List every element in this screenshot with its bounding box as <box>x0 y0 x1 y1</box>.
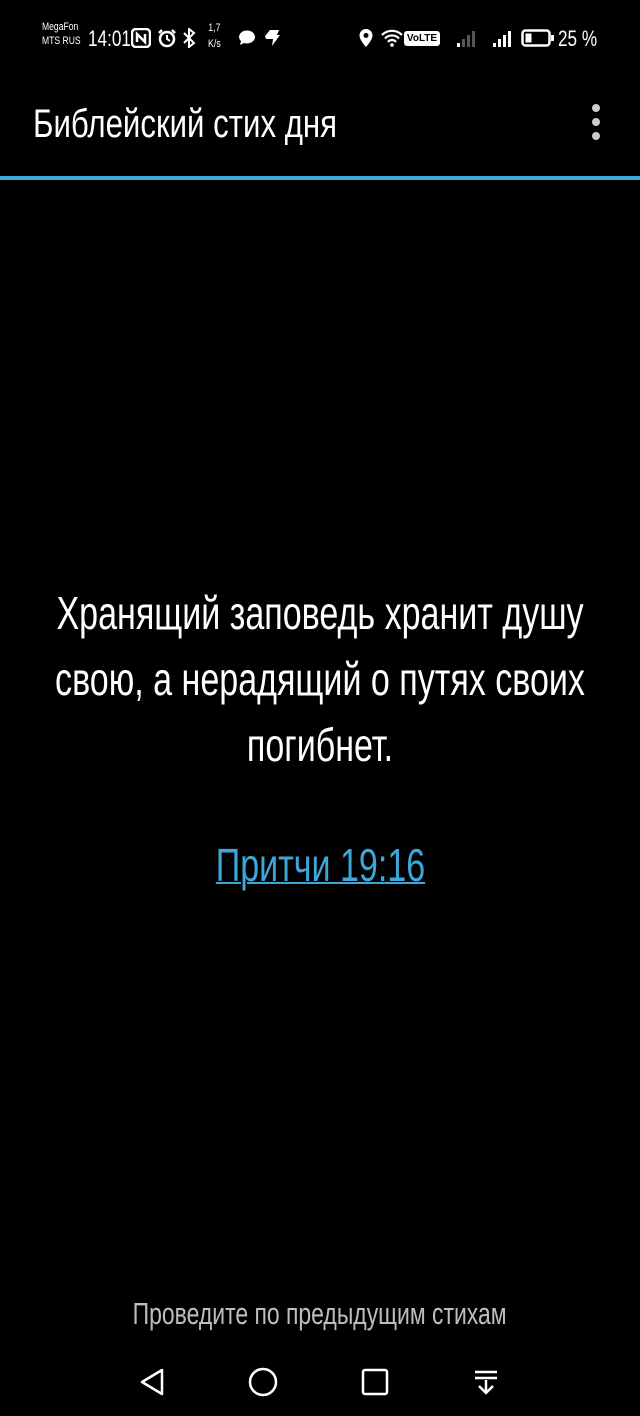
notification-shade-icon[interactable] <box>466 1362 506 1402</box>
volte-icon: VoLTE <box>403 27 441 49</box>
carrier-1: MegaFon <box>42 21 79 33</box>
system-nav-bar <box>0 1350 640 1416</box>
verse-text: Хранящий заповедь хранит душу свою, а не… <box>55 587 585 771</box>
wifi-icon <box>380 27 404 49</box>
app-bar-divider <box>0 176 640 180</box>
recents-icon[interactable] <box>355 1362 395 1402</box>
swipe-hint-text: Проведите по предыдущим стихам <box>133 1296 507 1331</box>
verse-reference-link[interactable]: Притчи 19:16 <box>215 838 424 892</box>
verse-container: Хранящий заповедь хранит душу свою, а не… <box>30 580 610 778</box>
home-icon[interactable] <box>243 1362 283 1402</box>
carrier-2: MTS RUS <box>42 35 81 47</box>
location-icon <box>356 27 376 49</box>
signal-weak-icon <box>454 27 480 49</box>
net-speed-unit: K/s <box>208 38 221 50</box>
status-bar: MegaFon MTS RUS 14:01 1,7 K/s VoLTE 25 % <box>0 0 640 76</box>
verse-reference-container: Притчи 19:16 <box>0 838 640 892</box>
signal-strong-icon <box>490 27 516 49</box>
nfc-icon <box>130 27 152 49</box>
app-notification-icon <box>261 27 283 49</box>
alarm-icon <box>156 27 178 49</box>
bluetooth-icon <box>180 27 198 49</box>
back-icon[interactable] <box>132 1362 172 1402</box>
battery-percent: 25 % <box>558 26 598 51</box>
more-vert-icon[interactable] <box>580 100 612 144</box>
carrier-labels: MegaFon MTS RUS <box>42 20 81 48</box>
swipe-hint: Проведите по предыдущим стихам <box>0 1296 640 1332</box>
battery-icon <box>520 27 556 49</box>
net-speed-value: 1,7 <box>208 22 221 34</box>
volte-label: VoLTE <box>403 30 441 46</box>
status-clock: 14:01 <box>88 26 131 51</box>
chat-icon <box>236 27 258 49</box>
net-speed: 1,7 K/s <box>208 20 221 52</box>
app-title: Библейский стих дня <box>33 102 338 146</box>
app-bar: Библейский стих дня <box>0 76 640 176</box>
